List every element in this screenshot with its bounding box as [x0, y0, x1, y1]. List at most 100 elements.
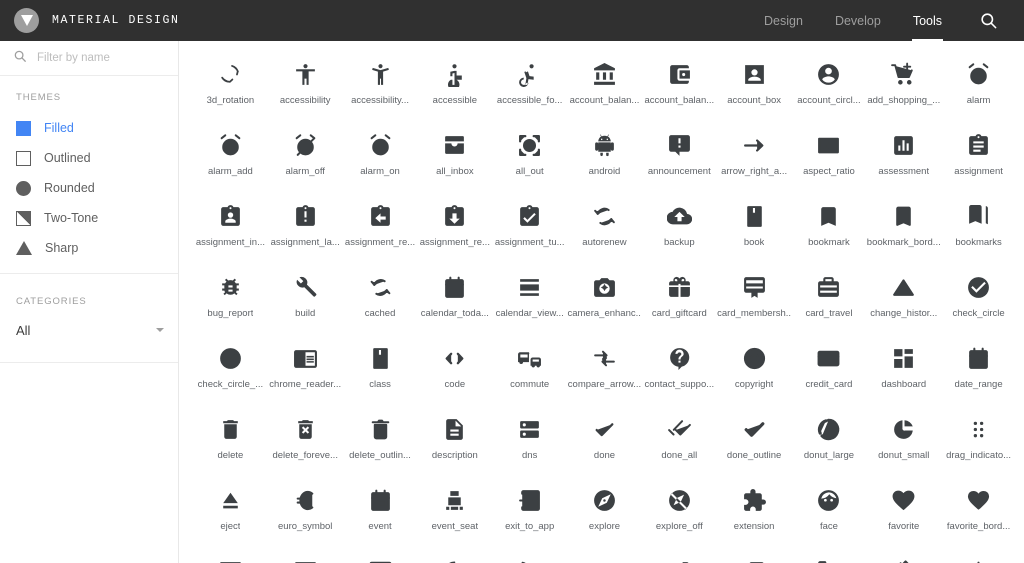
icon-cell[interactable]: check_circle_... — [193, 341, 268, 397]
icon-cell[interactable] — [717, 554, 792, 563]
icon-cell[interactable]: announcement — [642, 128, 717, 184]
nav-item-develop[interactable]: Develop — [819, 0, 897, 41]
icon-cell[interactable]: accessible_fo... — [492, 57, 567, 113]
sidebar-item-sharp[interactable]: Sharp — [0, 233, 178, 263]
icon-cell[interactable]: done — [567, 412, 642, 468]
icon-cell[interactable]: euro_symbol — [268, 483, 343, 539]
icon-cell[interactable]: calendar_toda... — [417, 270, 492, 326]
icon-cell[interactable]: delete_foreve... — [268, 412, 343, 468]
icon-cell[interactable]: bookmark_bord... — [866, 199, 941, 255]
icon-cell[interactable]: bookmark — [792, 199, 867, 255]
icon-cell[interactable]: alarm_add — [193, 128, 268, 184]
sidebar-item-two-tone[interactable]: Two-Tone — [0, 203, 178, 233]
icon-cell[interactable]: autorenew — [567, 199, 642, 255]
icon-cell[interactable]: assessment — [866, 128, 941, 184]
icon-cell[interactable]: donut_small — [866, 412, 941, 468]
icon-cell[interactable]: explore — [567, 483, 642, 539]
icon-cell[interactable]: add_shopping_... — [866, 57, 941, 113]
icon-cell[interactable]: all_inbox — [417, 128, 492, 184]
icon-cell[interactable] — [417, 554, 492, 563]
icon-cell[interactable] — [567, 554, 642, 563]
icon-cell[interactable]: build — [268, 270, 343, 326]
icon-cell[interactable]: all_out — [492, 128, 567, 184]
icon-cell[interactable]: android — [567, 128, 642, 184]
icon-cell[interactable]: alarm — [941, 57, 1016, 113]
icon-cell[interactable] — [642, 554, 717, 563]
icon-cell[interactable]: exit_to_app — [492, 483, 567, 539]
icon-cell[interactable]: extension — [717, 483, 792, 539]
icon-cell[interactable]: drag_indicato... — [941, 412, 1016, 468]
icon-cell[interactable]: dashboard — [866, 341, 941, 397]
icon-cell[interactable]: check_circle — [941, 270, 1016, 326]
icon-cell[interactable]: delete_outlin... — [343, 412, 418, 468]
icon-cell[interactable]: date_range — [941, 341, 1016, 397]
icon-cell[interactable]: accessibility... — [343, 57, 418, 113]
icon-cell[interactable]: dns — [492, 412, 567, 468]
icon-cell[interactable]: eject — [193, 483, 268, 539]
icon-cell[interactable]: account_balan... — [642, 57, 717, 113]
icon-cell[interactable]: delete — [193, 412, 268, 468]
icon-cell[interactable]: account_box — [717, 57, 792, 113]
icon-cell[interactable]: donut_large — [792, 412, 867, 468]
icon-cell[interactable]: accessible — [417, 57, 492, 113]
icon-cell[interactable]: assignment_re... — [343, 199, 418, 255]
icon-cell[interactable]: book — [717, 199, 792, 255]
icon-cell[interactable]: assignment_tu... — [492, 199, 567, 255]
icon-cell[interactable]: change_histor... — [866, 270, 941, 326]
icon-cell[interactable]: account_circl... — [792, 57, 867, 113]
icon-cell[interactable]: card_travel — [792, 270, 867, 326]
icon-cell[interactable]: done_outline — [717, 412, 792, 468]
icon-cell[interactable]: face — [792, 483, 867, 539]
icon-cell[interactable]: event — [343, 483, 418, 539]
icon-cell[interactable]: 3d_rotation — [193, 57, 268, 113]
icon-cell[interactable]: chrome_reader... — [268, 341, 343, 397]
icon-cell[interactable]: accessibility — [268, 57, 343, 113]
category-dropdown[interactable]: All — [0, 317, 178, 343]
icon-cell[interactable]: alarm_off — [268, 128, 343, 184]
nav-item-tools[interactable]: Tools — [897, 0, 958, 41]
icon-cell[interactable]: assignment — [941, 128, 1016, 184]
icon-cell[interactable]: backup — [642, 199, 717, 255]
icon-cell[interactable] — [268, 554, 343, 563]
icon-cell[interactable]: done_all — [642, 412, 717, 468]
icon-cell[interactable]: bug_report — [193, 270, 268, 326]
icon-cell[interactable] — [792, 554, 867, 563]
icon-cell[interactable]: arrow_right_a... — [717, 128, 792, 184]
icon-cell[interactable]: event_seat — [417, 483, 492, 539]
icon-cell[interactable] — [941, 554, 1016, 563]
icon-cell[interactable]: assignment_re... — [417, 199, 492, 255]
icon-cell[interactable]: assignment_in... — [193, 199, 268, 255]
icon-cell[interactable]: calendar_view... — [492, 270, 567, 326]
icon-cell[interactable]: copyright — [717, 341, 792, 397]
icon-cell[interactable]: contact_suppo... — [642, 341, 717, 397]
sidebar-item-rounded[interactable]: Rounded — [0, 173, 178, 203]
search-input[interactable] — [37, 52, 167, 64]
icon-cell[interactable]: description — [417, 412, 492, 468]
icon-cell[interactable] — [492, 554, 567, 563]
icon-cell[interactable]: credit_card — [792, 341, 867, 397]
sidebar-item-outlined[interactable]: Outlined — [0, 143, 178, 173]
brand-logo[interactable]: MATERIAL DESIGN — [14, 8, 180, 33]
icon-cell[interactable]: cached — [343, 270, 418, 326]
icon-cell[interactable] — [193, 554, 268, 563]
icon-cell[interactable]: explore_off — [642, 483, 717, 539]
icon-cell[interactable]: alarm_on — [343, 128, 418, 184]
icon-cell[interactable]: code — [417, 341, 492, 397]
nav-item-design[interactable]: Design — [748, 0, 819, 41]
icon-cell[interactable]: bookmarks — [941, 199, 1016, 255]
icon-cell[interactable]: account_balan... — [567, 57, 642, 113]
sidebar-item-filled[interactable]: Filled — [0, 113, 178, 143]
icon-cell[interactable]: aspect_ratio — [792, 128, 867, 184]
icon-cell[interactable] — [866, 554, 941, 563]
icon-cell[interactable]: commute — [492, 341, 567, 397]
icon-cell[interactable]: class — [343, 341, 418, 397]
icon-cell[interactable]: camera_enhanc... — [567, 270, 642, 326]
filter-by-name-row[interactable] — [0, 41, 178, 76]
search-icon[interactable] — [966, 0, 1010, 41]
icon-cell[interactable]: assignment_la... — [268, 199, 343, 255]
icon-cell[interactable]: card_membersh... — [717, 270, 792, 326]
icon-cell[interactable]: favorite — [866, 483, 941, 539]
icon-cell[interactable] — [343, 554, 418, 563]
icon-cell[interactable]: favorite_bord... — [941, 483, 1016, 539]
icon-cell[interactable]: compare_arrow... — [567, 341, 642, 397]
